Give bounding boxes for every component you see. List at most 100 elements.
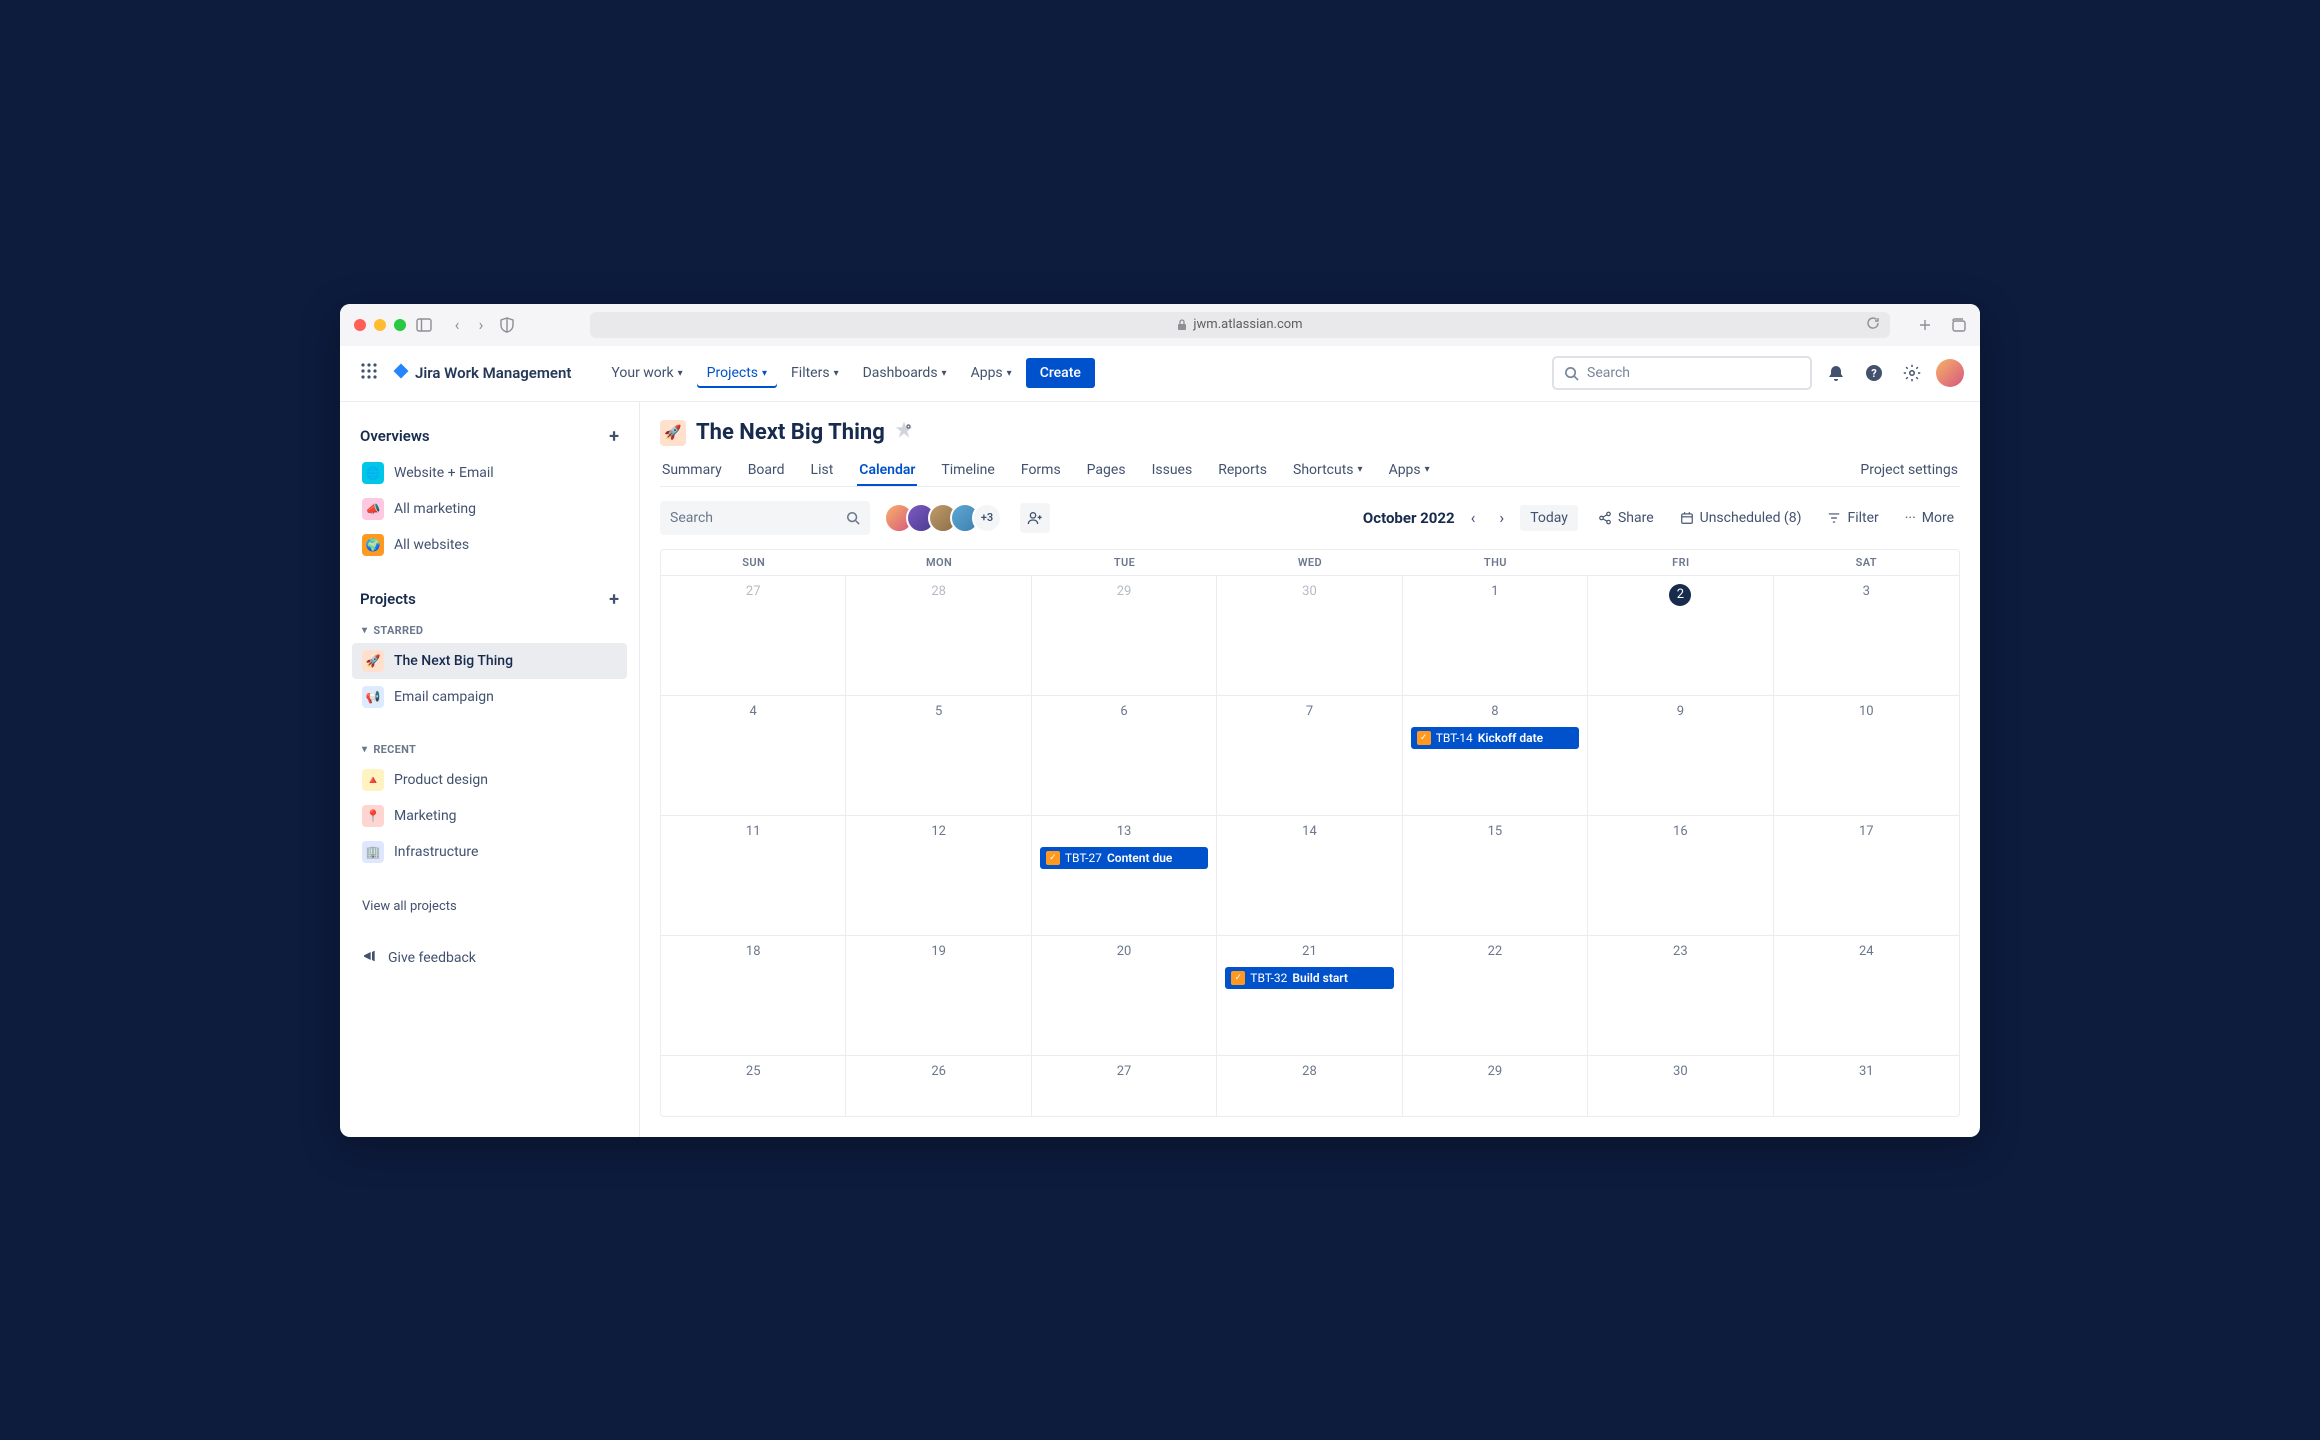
calendar-cell[interactable]: 30	[1217, 576, 1402, 696]
tab-forms[interactable]: Forms	[1019, 454, 1063, 486]
add-project-button[interactable]: +	[609, 589, 619, 610]
filter-button[interactable]: Filter	[1821, 506, 1884, 530]
calendar-cell[interactable]: 20	[1032, 936, 1217, 1056]
tab-calendar[interactable]: Calendar	[857, 454, 917, 486]
create-button[interactable]: Create	[1026, 358, 1095, 388]
sidebar-project-next-big-thing[interactable]: 🚀The Next Big Thing	[352, 643, 627, 679]
sidebar-project-product-design[interactable]: 🔺Product design	[352, 762, 627, 798]
more-button[interactable]: ··· More	[1899, 506, 1960, 530]
tab-project-settings[interactable]: Project settings	[1858, 454, 1960, 486]
starred-heading[interactable]: ▾ STARRED	[352, 618, 627, 643]
calendar-cell[interactable]: 11	[661, 816, 846, 936]
tab-shortcuts[interactable]: Shortcuts ▾	[1291, 454, 1365, 486]
avatar-overflow[interactable]: +3	[972, 503, 1002, 533]
refresh-icon[interactable]	[1866, 316, 1880, 334]
calendar-cell[interactable]: 17	[1774, 816, 1959, 936]
tabs-overview-icon[interactable]	[1950, 318, 1966, 332]
tab-list[interactable]: List	[809, 454, 836, 486]
sidebar-project-infrastructure[interactable]: 🏢Infrastructure	[352, 834, 627, 870]
calendar-cell[interactable]: 18	[661, 936, 846, 1056]
calendar-cell[interactable]: 29	[1403, 1056, 1588, 1116]
sidebar-project-email-campaign[interactable]: 📢Email campaign	[352, 679, 627, 715]
calendar-cell[interactable]: 22	[1403, 936, 1588, 1056]
minimize-window-button[interactable]	[374, 319, 386, 331]
calendar-cell[interactable]: 5	[846, 696, 1031, 816]
url-bar[interactable]: jwm.atlassian.com	[590, 312, 1890, 338]
customize-icon[interactable]	[895, 422, 913, 444]
calendar-cell[interactable]: 28	[1217, 1056, 1402, 1116]
calendar-cell[interactable]: 26	[846, 1056, 1031, 1116]
calendar-cell[interactable]: 9	[1588, 696, 1773, 816]
calendar-cell[interactable]: 1	[1403, 576, 1588, 696]
calendar-cell[interactable]: 30	[1588, 1056, 1773, 1116]
add-assignee-button[interactable]	[1020, 503, 1050, 533]
calendar-cell[interactable]: 24	[1774, 936, 1959, 1056]
sidebar-overview-all-websites[interactable]: 🌍All websites	[352, 527, 627, 563]
today-button[interactable]: Today	[1520, 505, 1578, 531]
calendar-cell[interactable]: 28	[846, 576, 1031, 696]
tab-issues[interactable]: Issues	[1150, 454, 1195, 486]
prev-month-button[interactable]: ‹	[1463, 504, 1484, 531]
new-tab-icon[interactable]	[1918, 318, 1932, 332]
nav-projects[interactable]: Projects▾	[697, 358, 777, 388]
share-button[interactable]: Share	[1592, 506, 1660, 530]
calendar-cell[interactable]: 27	[1032, 1056, 1217, 1116]
calendar-cell[interactable]: 21✓TBT-32Build start	[1217, 936, 1402, 1056]
calendar-cell[interactable]: 7	[1217, 696, 1402, 816]
recent-heading[interactable]: ▾ RECENT	[352, 737, 627, 762]
calendar-cell[interactable]: 31	[1774, 1056, 1959, 1116]
browser-forward-button[interactable]: ›	[472, 315, 490, 334]
maximize-window-button[interactable]	[394, 319, 406, 331]
add-overview-button[interactable]: +	[609, 426, 619, 447]
calendar-cell[interactable]: 14	[1217, 816, 1402, 936]
calendar-cell[interactable]: 6	[1032, 696, 1217, 816]
nav-filters[interactable]: Filters▾	[781, 358, 849, 388]
help-icon[interactable]: ?	[1860, 359, 1888, 387]
tab-summary[interactable]: Summary	[660, 454, 724, 486]
calendar-cell[interactable]: 10	[1774, 696, 1959, 816]
next-month-button[interactable]: ›	[1491, 504, 1512, 531]
calendar-search-input[interactable]: Search	[660, 501, 870, 535]
calendar-cell[interactable]: 12	[846, 816, 1031, 936]
calendar-event[interactable]: ✓TBT-14Kickoff date	[1411, 727, 1579, 749]
calendar-event[interactable]: ✓TBT-32Build start	[1225, 967, 1393, 989]
notifications-icon[interactable]	[1822, 359, 1850, 387]
calendar-cell[interactable]: 19	[846, 936, 1031, 1056]
sidebar-overview-website-email[interactable]: 🌐Website + Email	[352, 455, 627, 491]
calendar-event[interactable]: ✓TBT-27Content due	[1040, 847, 1208, 869]
app-switcher-icon[interactable]	[356, 358, 382, 388]
nav-apps[interactable]: Apps▾	[961, 358, 1022, 388]
content-area: 🚀 The Next Big Thing Summary Board List …	[640, 402, 1980, 1137]
calendar-cell[interactable]: 4	[661, 696, 846, 816]
view-all-projects-link[interactable]: View all projects	[352, 892, 627, 921]
sidebar-overview-all-marketing[interactable]: 📣All marketing	[352, 491, 627, 527]
sidebar-project-marketing[interactable]: 📍Marketing	[352, 798, 627, 834]
sidebar-toggle-icon[interactable]	[416, 318, 432, 332]
global-search-input[interactable]: Search	[1552, 356, 1812, 390]
calendar-cell[interactable]: 3	[1774, 576, 1959, 696]
close-window-button[interactable]	[354, 319, 366, 331]
calendar-cell[interactable]: 8✓TBT-14Kickoff date	[1403, 696, 1588, 816]
calendar-cell[interactable]: 15	[1403, 816, 1588, 936]
shield-icon[interactable]	[500, 317, 514, 333]
give-feedback-link[interactable]: Give feedback	[352, 941, 627, 975]
tab-pages[interactable]: Pages	[1085, 454, 1128, 486]
tab-apps[interactable]: Apps ▾	[1387, 454, 1432, 486]
calendar-cell[interactable]: 2	[1588, 576, 1773, 696]
calendar-cell[interactable]: 16	[1588, 816, 1773, 936]
tab-reports[interactable]: Reports	[1216, 454, 1269, 486]
tab-board[interactable]: Board	[746, 454, 787, 486]
nav-dashboards[interactable]: Dashboards▾	[853, 358, 957, 388]
calendar-cell[interactable]: 27	[661, 576, 846, 696]
profile-avatar[interactable]	[1936, 359, 1964, 387]
product-logo[interactable]: Jira Work Management	[392, 362, 571, 385]
nav-your-work[interactable]: Your work▾	[601, 358, 692, 388]
unscheduled-button[interactable]: Unscheduled (8)	[1674, 506, 1808, 530]
settings-icon[interactable]	[1898, 359, 1926, 387]
browser-back-button[interactable]: ‹	[448, 315, 466, 334]
tab-timeline[interactable]: Timeline	[939, 454, 996, 486]
calendar-cell[interactable]: 25	[661, 1056, 846, 1116]
calendar-cell[interactable]: 13✓TBT-27Content due	[1032, 816, 1217, 936]
calendar-cell[interactable]: 23	[1588, 936, 1773, 1056]
calendar-cell[interactable]: 29	[1032, 576, 1217, 696]
